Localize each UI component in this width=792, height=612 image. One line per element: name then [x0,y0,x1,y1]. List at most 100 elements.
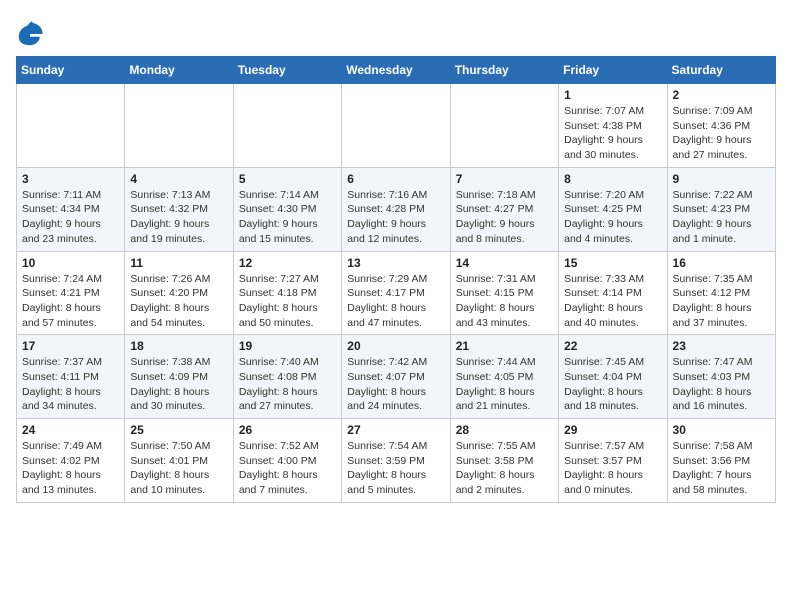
calendar-cell: 9 Sunrise: 7:22 AM Sunset: 4:23 PM Daylig… [667,167,775,251]
day-number: 14 [456,256,553,270]
day-info: Sunrise: 7:20 AM Sunset: 4:25 PM Dayligh… [564,188,661,247]
calendar-cell [450,84,558,168]
page-header [16,16,776,48]
day-info: Sunrise: 7:40 AM Sunset: 4:08 PM Dayligh… [239,355,336,414]
calendar-cell: 13 Sunrise: 7:29 AM Sunset: 4:17 PM Dayli… [342,251,450,335]
day-number: 8 [564,172,661,186]
logo-icon [16,20,44,48]
day-info: Sunrise: 7:42 AM Sunset: 4:07 PM Dayligh… [347,355,444,414]
weekday-header: Tuesday [233,57,341,84]
calendar-cell: 6 Sunrise: 7:16 AM Sunset: 4:28 PM Daylig… [342,167,450,251]
day-info: Sunrise: 7:37 AM Sunset: 4:11 PM Dayligh… [22,355,119,414]
day-number: 4 [130,172,227,186]
day-info: Sunrise: 7:29 AM Sunset: 4:17 PM Dayligh… [347,272,444,331]
day-info: Sunrise: 7:22 AM Sunset: 4:23 PM Dayligh… [673,188,770,247]
calendar-cell: 11 Sunrise: 7:26 AM Sunset: 4:20 PM Dayli… [125,251,233,335]
weekday-header: Sunday [17,57,125,84]
calendar-week-row: 1 Sunrise: 7:07 AM Sunset: 4:38 PM Daylig… [17,84,776,168]
day-number: 13 [347,256,444,270]
weekday-header: Thursday [450,57,558,84]
day-number: 5 [239,172,336,186]
calendar-cell: 30Sunrise: 7:58 AM Sunset: 3:56 PM Dayli… [667,419,775,503]
day-number: 9 [673,172,770,186]
calendar-cell: 21 Sunrise: 7:44 AM Sunset: 4:05 PM Dayli… [450,335,558,419]
calendar-week-row: 10 Sunrise: 7:24 AM Sunset: 4:21 PM Dayli… [17,251,776,335]
calendar-cell: 19Sunrise: 7:40 AM Sunset: 4:08 PM Dayli… [233,335,341,419]
calendar-cell: 17 Sunrise: 7:37 AM Sunset: 4:11 PM Dayli… [17,335,125,419]
day-number: 27 [347,423,444,437]
calendar-cell: 15 Sunrise: 7:33 AM Sunset: 4:14 PM Dayli… [559,251,667,335]
calendar-cell: 14 Sunrise: 7:31 AM Sunset: 4:15 PM Dayli… [450,251,558,335]
calendar-cell: 26Sunrise: 7:52 AM Sunset: 4:00 PM Dayli… [233,419,341,503]
day-number: 12 [239,256,336,270]
logo [16,20,48,48]
day-info: Sunrise: 7:45 AM Sunset: 4:04 PM Dayligh… [564,355,661,414]
day-info: Sunrise: 7:13 AM Sunset: 4:32 PM Dayligh… [130,188,227,247]
day-info: Sunrise: 7:49 AM Sunset: 4:02 PM Dayligh… [22,439,119,498]
day-info: Sunrise: 7:16 AM Sunset: 4:28 PM Dayligh… [347,188,444,247]
day-info: Sunrise: 7:18 AM Sunset: 4:27 PM Dayligh… [456,188,553,247]
day-info: Sunrise: 7:47 AM Sunset: 4:03 PM Dayligh… [673,355,770,414]
calendar-cell: 3Sunrise: 7:11 AM Sunset: 4:34 PM Daylig… [17,167,125,251]
calendar-cell: 28 Sunrise: 7:55 AM Sunset: 3:58 PM Dayli… [450,419,558,503]
day-info: Sunrise: 7:50 AM Sunset: 4:01 PM Dayligh… [130,439,227,498]
day-number: 7 [456,172,553,186]
day-number: 26 [239,423,336,437]
weekday-header: Wednesday [342,57,450,84]
weekday-header: Friday [559,57,667,84]
calendar-cell: 20 Sunrise: 7:42 AM Sunset: 4:07 PM Dayli… [342,335,450,419]
day-number: 21 [456,339,553,353]
day-info: Sunrise: 7:57 AM Sunset: 3:57 PM Dayligh… [564,439,661,498]
day-info: Sunrise: 7:24 AM Sunset: 4:21 PM Dayligh… [22,272,119,331]
day-number: 10 [22,256,119,270]
day-info: Sunrise: 7:27 AM Sunset: 4:18 PM Dayligh… [239,272,336,331]
day-number: 24 [22,423,119,437]
calendar-cell: 23 Sunrise: 7:47 AM Sunset: 4:03 PM Dayli… [667,335,775,419]
day-info: Sunrise: 7:26 AM Sunset: 4:20 PM Dayligh… [130,272,227,331]
calendar-cell: 1 Sunrise: 7:07 AM Sunset: 4:38 PM Daylig… [559,84,667,168]
day-info: Sunrise: 7:35 AM Sunset: 4:12 PM Dayligh… [673,272,770,331]
day-number: 16 [673,256,770,270]
day-number: 1 [564,88,661,102]
calendar-week-row: 17 Sunrise: 7:37 AM Sunset: 4:11 PM Dayli… [17,335,776,419]
calendar-cell: 8 Sunrise: 7:20 AM Sunset: 4:25 PM Daylig… [559,167,667,251]
day-number: 22 [564,339,661,353]
calendar-cell: 22 Sunrise: 7:45 AM Sunset: 4:04 PM Dayli… [559,335,667,419]
day-number: 11 [130,256,227,270]
calendar-week-row: 24 Sunrise: 7:49 AM Sunset: 4:02 PM Dayli… [17,419,776,503]
weekday-header: Saturday [667,57,775,84]
calendar-cell: 25 Sunrise: 7:50 AM Sunset: 4:01 PM Dayli… [125,419,233,503]
day-number: 18 [130,339,227,353]
calendar-cell: 5 Sunrise: 7:14 AM Sunset: 4:30 PM Daylig… [233,167,341,251]
day-number: 23 [673,339,770,353]
day-info: Sunrise: 7:31 AM Sunset: 4:15 PM Dayligh… [456,272,553,331]
day-number: 30 [673,423,770,437]
calendar-cell [125,84,233,168]
day-number: 17 [22,339,119,353]
day-info: Sunrise: 7:33 AM Sunset: 4:14 PM Dayligh… [564,272,661,331]
calendar-cell: 24 Sunrise: 7:49 AM Sunset: 4:02 PM Dayli… [17,419,125,503]
calendar-cell [342,84,450,168]
calendar-table: SundayMondayTuesdayWednesdayThursdayFrid… [16,56,776,503]
calendar-cell [233,84,341,168]
day-number: 15 [564,256,661,270]
calendar-cell: 2Sunrise: 7:09 AM Sunset: 4:36 PM Daylig… [667,84,775,168]
day-number: 28 [456,423,553,437]
calendar-cell: 16 Sunrise: 7:35 AM Sunset: 4:12 PM Dayli… [667,251,775,335]
day-info: Sunrise: 7:38 AM Sunset: 4:09 PM Dayligh… [130,355,227,414]
calendar-cell: 12 Sunrise: 7:27 AM Sunset: 4:18 PM Dayli… [233,251,341,335]
day-number: 25 [130,423,227,437]
day-info: Sunrise: 7:09 AM Sunset: 4:36 PM Dayligh… [673,104,770,163]
day-info: Sunrise: 7:44 AM Sunset: 4:05 PM Dayligh… [456,355,553,414]
calendar-cell: 18 Sunrise: 7:38 AM Sunset: 4:09 PM Dayli… [125,335,233,419]
calendar-cell: 29Sunrise: 7:57 AM Sunset: 3:57 PM Dayli… [559,419,667,503]
day-number: 6 [347,172,444,186]
day-info: Sunrise: 7:55 AM Sunset: 3:58 PM Dayligh… [456,439,553,498]
day-info: Sunrise: 7:14 AM Sunset: 4:30 PM Dayligh… [239,188,336,247]
weekday-header: Monday [125,57,233,84]
day-info: Sunrise: 7:07 AM Sunset: 4:38 PM Dayligh… [564,104,661,163]
calendar-cell: 4 Sunrise: 7:13 AM Sunset: 4:32 PM Daylig… [125,167,233,251]
day-number: 3 [22,172,119,186]
day-number: 20 [347,339,444,353]
calendar-cell: 27Sunrise: 7:54 AM Sunset: 3:59 PM Dayli… [342,419,450,503]
